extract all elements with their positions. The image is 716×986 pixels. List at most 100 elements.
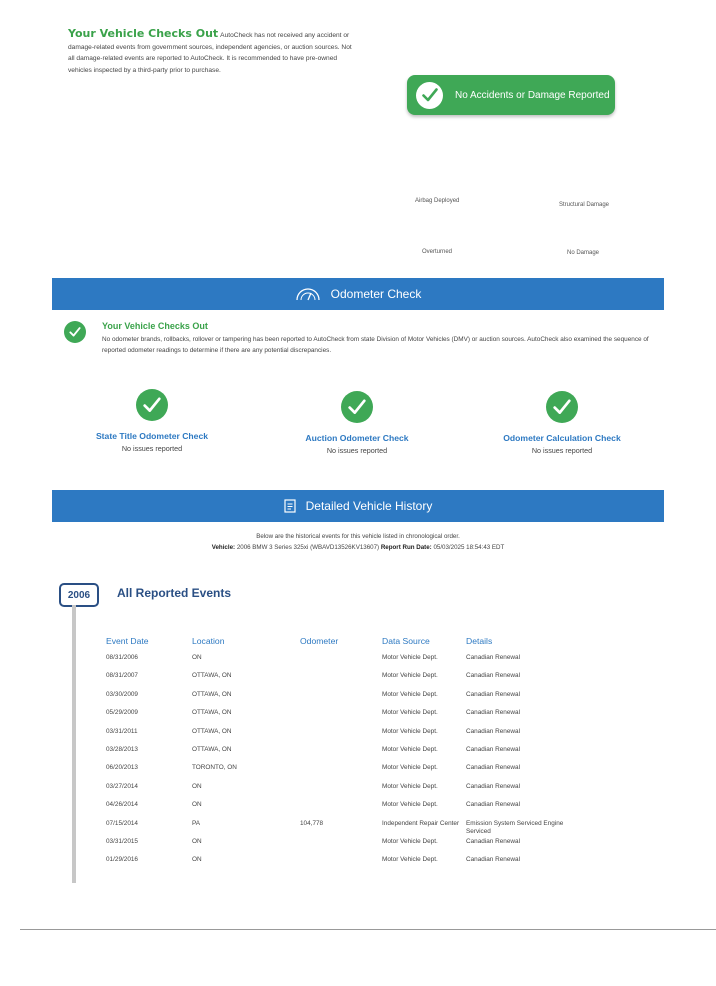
table-cell: 07/15/2014 [106, 819, 138, 827]
table-cell [300, 691, 382, 709]
table-cell: 05/29/2009 [106, 709, 138, 717]
table-cell: Motor Vehicle Dept. [382, 801, 438, 809]
table-cell: ON [192, 782, 202, 790]
table-cell: TORONTO, ON [192, 764, 237, 772]
flag-structural-damage: Structural Damage [559, 202, 610, 208]
events-title: All Reported Events [117, 586, 232, 600]
history-intro: Below are the historical events for this… [256, 533, 460, 540]
history-intro-block: Below are the historical events for this… [0, 531, 716, 553]
summary-title: Your Vehicle Checks Out [68, 27, 219, 40]
detailed-history-header: Detailed Vehicle History [52, 490, 664, 522]
table-row: 03/27/2014 ON Motor Vehicle Dept. Canadian … [106, 783, 566, 801]
table-cell [300, 672, 382, 690]
check-label: Odometer Calculation Check [503, 433, 621, 443]
table-cell: Canadian Renewal [466, 654, 521, 661]
table-cell: OTTAWA, ON [192, 709, 232, 717]
table-cell [300, 709, 382, 727]
detailed-history-title: Detailed Vehicle History [305, 499, 433, 513]
table-cell: 03/31/2011 [106, 727, 138, 735]
table-row: 03/31/2015 ON Motor Vehicle Dept. Canadian … [106, 838, 566, 856]
column-header: Details [466, 636, 493, 646]
table-row: 03/28/2013 OTTAWA, ON Motor Vehicle Dept. C… [106, 746, 566, 764]
table-cell: PA [192, 819, 201, 827]
flag-airbag-deployed: Airbag Deployed [415, 198, 460, 204]
vehicle-value: 2006 BMW 3 Series 325xi (WBAVD13526KV136… [236, 544, 380, 551]
check-result: No issues reported [326, 446, 388, 455]
checkmark-icon [136, 389, 168, 421]
odometer-check-header: Odometer Check [52, 278, 664, 310]
table-cell: Canadian Renewal [466, 727, 521, 735]
table-cell: ON [192, 801, 202, 809]
table-cell: 104,778 [300, 819, 324, 827]
table-row: 08/31/2007 OTTAWA, ON Motor Vehicle Dept. C… [106, 672, 566, 690]
table-row: 01/29/2016 ON Motor Vehicle Dept. Canadian … [106, 856, 566, 874]
table-cell [300, 801, 382, 819]
table-cell [300, 783, 382, 801]
table-cell: Motor Vehicle Dept. [382, 672, 438, 680]
table-cell: OTTAWA, ON [192, 727, 232, 735]
table-row: 04/26/2014 ON Motor Vehicle Dept. Canadian … [106, 801, 566, 819]
table-cell: Emission System Serviced Engine Serviced [466, 819, 564, 835]
table-cell: Canadian Renewal [466, 690, 521, 698]
table-cell: Motor Vehicle Dept. [382, 709, 438, 717]
table-cell: Motor Vehicle Dept. [382, 690, 438, 698]
table-cell: Canadian Renewal [466, 672, 521, 680]
table-cell [300, 856, 382, 874]
table-cell: Independent Repair Center [382, 819, 460, 827]
table-cell: Canadian Renewal [466, 709, 521, 717]
table-cell: ON [192, 837, 202, 845]
table-cell: OTTAWA, ON [192, 690, 232, 698]
table-cell: ON [192, 654, 202, 661]
table-cell: OTTAWA, ON [192, 745, 232, 753]
check-label: State Title Odometer Check [95, 431, 209, 441]
column-header: Odometer [300, 636, 339, 646]
document-icon [284, 499, 296, 513]
table-cell: 06/20/2013 [106, 764, 138, 772]
speedometer-icon [295, 288, 320, 301]
table-cell: Canadian Renewal [466, 782, 521, 790]
check-result: No issues reported [531, 446, 593, 455]
check-result: No issues reported [121, 444, 183, 453]
table-cell: Canadian Renewal [466, 764, 521, 772]
flag-no-damage: No Damage [567, 250, 600, 256]
table-cell [300, 728, 382, 746]
odometer-check-title: Odometer Check [330, 287, 422, 301]
table-cell: Motor Vehicle Dept. [382, 727, 438, 735]
table-cell: 03/31/2015 [106, 837, 138, 845]
odometer-summary-text: No odometer brands, rollbacks, rollover … [102, 336, 649, 354]
table-cell: Motor Vehicle Dept. [382, 764, 438, 772]
table-cell [300, 764, 382, 782]
table-cell: Canadian Renewal [466, 856, 521, 864]
check-label: Auction Odometer Check [305, 433, 409, 443]
year-marker: 2006 [59, 583, 99, 607]
table-cell: OTTAWA, ON [192, 672, 232, 680]
no-accidents-badge: No Accidents or Damage Reported [407, 75, 615, 115]
timeline-line [72, 605, 76, 883]
auction-odometer-check: Auction Odometer Check No issues reporte… [257, 391, 457, 455]
history-meta: Vehicle: 2006 BMW 3 Series 325xi (WBAVD1… [211, 544, 505, 551]
table-header-row: Event Date Location Odometer Data Source Det… [106, 636, 566, 654]
table-cell [300, 746, 382, 764]
run-date-value: 05/03/2025 18:54:43 EDT [433, 544, 505, 551]
table-row: 03/31/2011 OTTAWA, ON Motor Vehicle Dept. C… [106, 728, 566, 746]
table-row: 07/15/2014 PA 104,778 Independent Repair Ce… [106, 820, 566, 838]
state-title-odometer-check: State Title Odometer Check No issues rep… [52, 389, 252, 453]
table-cell: Motor Vehicle Dept. [382, 745, 438, 753]
column-header: Data Source [382, 636, 430, 646]
table-cell: 03/30/2009 [106, 690, 138, 698]
table-cell: Motor Vehicle Dept. [382, 654, 438, 661]
flag-overturned: Overturned [422, 249, 453, 255]
checkmark-icon [64, 321, 86, 343]
table-cell: Motor Vehicle Dept. [382, 856, 438, 864]
table-cell: Canadian Renewal [466, 837, 521, 845]
table-cell: 03/27/2014 [106, 782, 138, 790]
table-row: 08/31/2006 ON Motor Vehicle Dept. Canadian … [106, 654, 566, 672]
odometer-calculation-check: Odometer Calculation Check No issues rep… [462, 391, 662, 455]
checkmark-icon [341, 391, 373, 423]
checkmark-icon [416, 81, 443, 109]
table-cell: Motor Vehicle Dept. [382, 837, 438, 845]
table-cell: 08/31/2006 [106, 654, 138, 661]
table-row: 06/20/2013 TORONTO, ON Motor Vehicle Dept.… [106, 764, 566, 782]
column-header: Event Date [106, 636, 149, 646]
table-cell [300, 654, 382, 672]
